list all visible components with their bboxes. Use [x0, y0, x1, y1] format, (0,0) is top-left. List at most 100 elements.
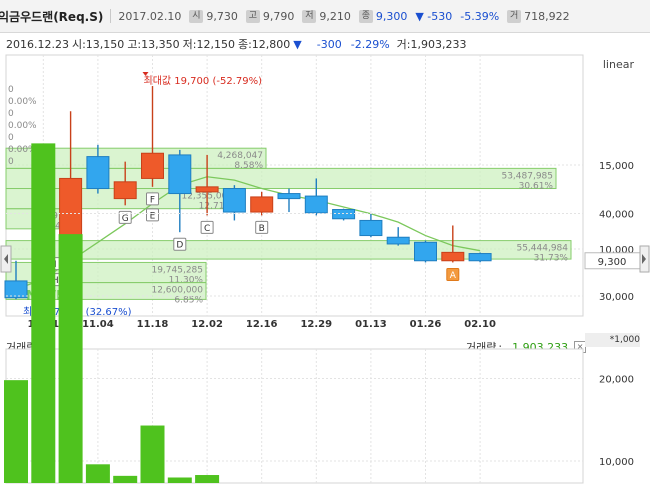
- volume-profile-label[interactable]: 매물분석도 (10): [199, 58, 276, 74]
- event-marker-label: I: [54, 260, 57, 270]
- x-tick-label: 11.18: [137, 319, 169, 330]
- info-high: 고:13,350: [127, 38, 180, 51]
- volume-bar: [4, 380, 28, 483]
- candle-body: [414, 241, 437, 262]
- candle-body: [222, 188, 246, 213]
- candle-body: [195, 186, 219, 193]
- band-pct-label: 6.85%: [174, 296, 203, 306]
- quote-date: 2017.02.10: [118, 9, 182, 23]
- ma20-label[interactable]: 20: [100, 60, 114, 73]
- band-volume-label: 19,745,285: [151, 265, 203, 275]
- volume-title: 거래량: [6, 341, 37, 354]
- event-marker: [48, 257, 62, 271]
- min-value-label: 최소값 7,010 (32.67%): [23, 306, 132, 318]
- high-badge: 고: [245, 9, 260, 23]
- band-pct-label: 4.5%: [55, 222, 78, 232]
- last-price-label: 9,300: [598, 257, 627, 268]
- candle: [332, 208, 356, 221]
- ma-legend-label: 이동평균선: [6, 60, 57, 73]
- event-marker-label: D: [176, 241, 183, 251]
- info-date: 2016.12.23: [6, 37, 69, 51]
- volume-profile-band: [5, 282, 207, 300]
- band-volume-label: 7,859,360: [32, 212, 78, 222]
- left-axis-zero-label: 0: [8, 109, 14, 119]
- candle: [4, 260, 28, 300]
- candle-body: [304, 195, 328, 214]
- event-marker: [446, 267, 460, 281]
- x-tick-label: 12.16: [246, 319, 278, 330]
- ma5-label[interactable]: 5: [75, 60, 82, 73]
- close-badge: 종: [358, 9, 373, 23]
- ma20-swatch[interactable]: [87, 61, 97, 71]
- event-marker-label: J: [68, 264, 72, 274]
- x-tick-label: 02.10: [464, 319, 496, 330]
- band-pct-label: 12.71%: [199, 202, 234, 212]
- volume-y-tick-label: 20,000: [599, 375, 634, 386]
- band-pct-label: 11.30%: [169, 275, 204, 285]
- candle-body: [277, 193, 301, 200]
- volume-bar: [195, 475, 220, 483]
- info-volume: 거:1,903,233: [396, 38, 467, 51]
- candle: [31, 228, 55, 288]
- info-change-pct: -2.29%: [350, 37, 390, 51]
- candle-body: [168, 154, 192, 195]
- volume-profile-band: [5, 261, 207, 284]
- band-volume-label: 12,600,000: [151, 286, 203, 296]
- candle-body: [468, 253, 492, 262]
- volume-bar: [140, 425, 165, 483]
- ma5-line: [15, 176, 481, 290]
- band-pct-label: 31.73%: [534, 254, 569, 264]
- quote-open: 9,730: [206, 9, 238, 23]
- open-badge: 시: [189, 9, 204, 23]
- x-tick-label: 12.02: [191, 319, 223, 330]
- ma120-swatch[interactable]: [151, 61, 161, 71]
- ma60-swatch[interactable]: [119, 61, 129, 71]
- info-arrow-icon: ▼: [293, 37, 302, 51]
- volume-profile-band: [5, 188, 237, 210]
- ma60-label[interactable]: 60: [132, 60, 146, 73]
- event-marker: [173, 237, 187, 251]
- info-change: -300: [316, 37, 342, 51]
- candle: [304, 178, 328, 216]
- quote-change: ▼ -530: [415, 9, 453, 23]
- volume-y-tick-label: 10,000: [599, 457, 634, 468]
- x-tick-label: 10.21: [27, 319, 59, 330]
- candle-body: [359, 219, 383, 237]
- y-tick-label: 10,000: [599, 245, 634, 256]
- volume-profile-band: [5, 208, 82, 230]
- candle: [277, 188, 301, 213]
- scale-label[interactable]: linear: [603, 58, 634, 71]
- event-marker: [64, 261, 78, 275]
- candle: [468, 252, 492, 263]
- x-tick-label: 01.26: [410, 319, 442, 330]
- price-plot-area: [5, 54, 584, 317]
- candle-body: [86, 156, 110, 190]
- candle-info-bar: 2016.12.23 시:13,150 고:13,350 저:12,150 종:…: [0, 36, 640, 52]
- band-pct-label: 30.61%: [519, 181, 554, 191]
- top-quote-bar: 익금우드랜(Req.S) 2017.02.10 시 9,730 고 9,790 저9…: [0, 0, 650, 33]
- info-open: 시:13,150: [71, 38, 125, 51]
- scroll-right-icon: [639, 245, 650, 273]
- candle: [386, 227, 410, 246]
- x-tick-label: 01.13: [355, 319, 387, 330]
- ma-legend: 이동평균선 5 20 60 120 매물분석도 (10): [6, 58, 275, 74]
- candle-body: [31, 233, 55, 285]
- candle: [168, 149, 192, 233]
- naver-watermark: NAVER: [26, 289, 75, 304]
- max-value-label: 최대값 19,700 (-52.79%): [144, 75, 263, 87]
- quote-volume: 718,922: [524, 9, 570, 23]
- band-volume-label: 55,444,984: [516, 244, 568, 254]
- ma120-label[interactable]: 120: [164, 60, 185, 73]
- event-marker-label: H: [52, 276, 59, 286]
- candle-body: [59, 177, 83, 247]
- volume-profile-band: [5, 167, 557, 190]
- band-volume-label: 53,487,985: [501, 171, 553, 181]
- event-marker-label: B: [259, 224, 265, 234]
- x-tick-label: 11.04: [82, 319, 114, 330]
- stock-title[interactable]: 익금우드랜(Req.S): [0, 8, 103, 25]
- candle-body: [4, 280, 28, 299]
- ma5-swatch[interactable]: [62, 61, 72, 71]
- arrow-left-icon: [4, 254, 8, 264]
- candle: [59, 111, 83, 256]
- candle-body: [141, 152, 164, 179]
